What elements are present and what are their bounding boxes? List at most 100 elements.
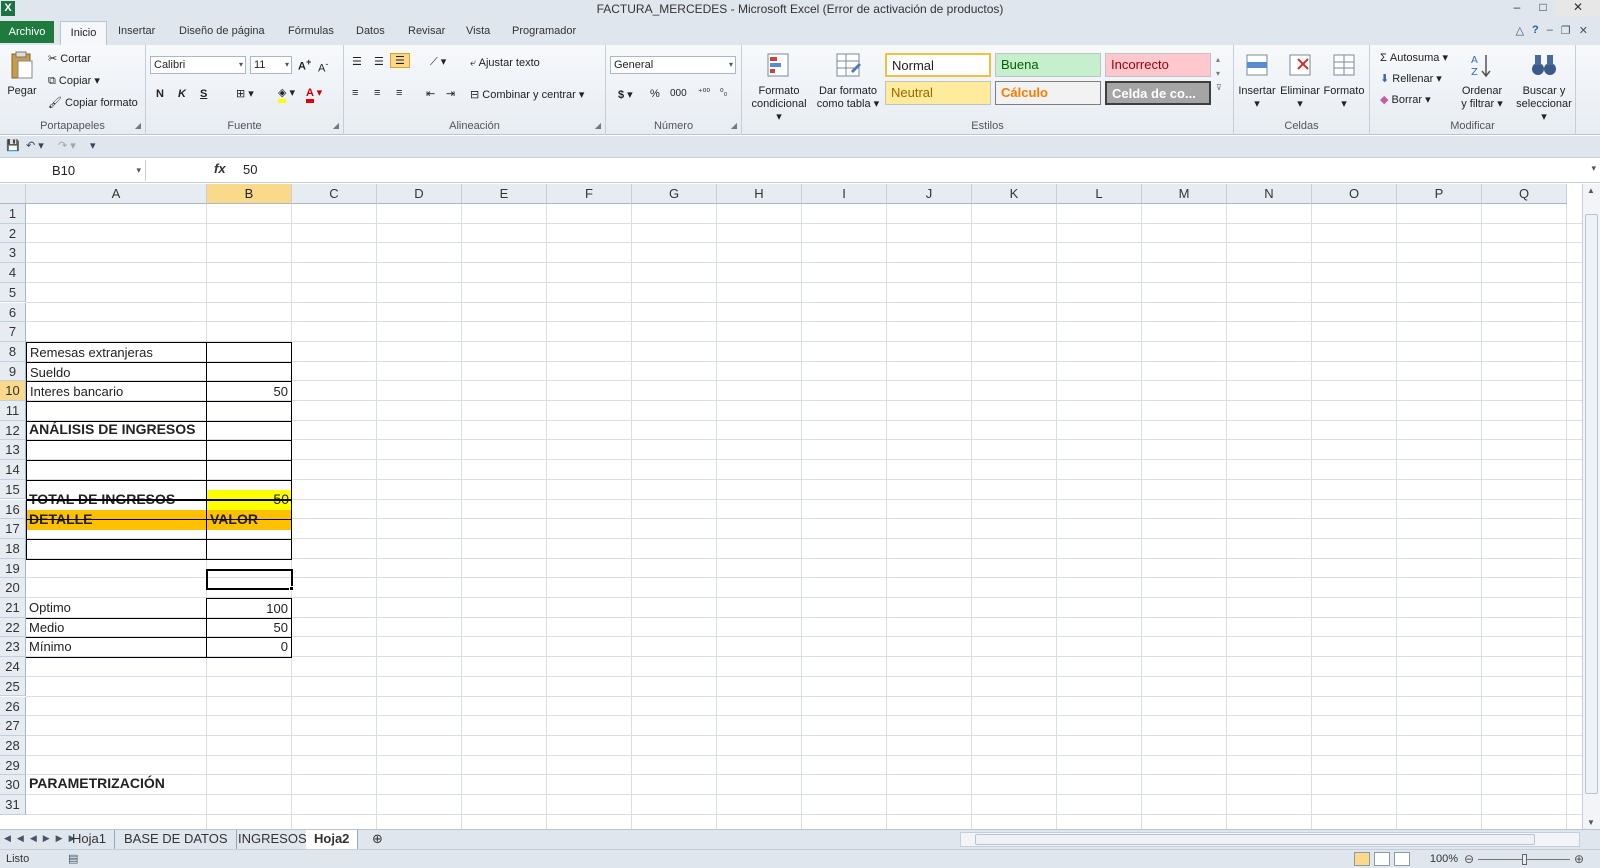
row-header-10[interactable]: 10 xyxy=(0,381,26,401)
column-header-o[interactable]: O xyxy=(1312,184,1397,204)
zoom-out-icon[interactable]: ⊖ xyxy=(1464,852,1474,866)
row-header-16[interactable]: 16 xyxy=(0,499,26,520)
tab-insertar[interactable]: Insertar xyxy=(118,25,155,37)
param-value-cell[interactable]: 50 xyxy=(206,617,292,639)
sheet-tab-hoja2[interactable]: Hoja2 xyxy=(306,830,359,849)
close-icon[interactable]: ✕ xyxy=(1556,0,1600,16)
param-value-cell[interactable]: 0 xyxy=(206,637,292,659)
row-header-5[interactable]: 5 xyxy=(0,282,26,303)
row-header-9[interactable]: 9 xyxy=(0,361,26,382)
row-header-31[interactable]: 31 xyxy=(0,795,26,815)
format-as-table-button[interactable]: Dar formato como tabla ▾ xyxy=(814,51,882,111)
redo-icon[interactable]: ↷ ▾ xyxy=(58,139,76,152)
row-header-28[interactable]: 28 xyxy=(0,735,26,756)
style-neutral[interactable]: Neutral xyxy=(885,81,991,105)
number-format-select[interactable]: General ▾ xyxy=(610,56,736,74)
tab-vista[interactable]: Vista xyxy=(466,25,490,37)
italic-button[interactable]: K xyxy=(178,88,186,100)
detail-value-cell[interactable]: 50 xyxy=(206,381,292,402)
column-header-j[interactable]: J xyxy=(887,184,972,204)
row-header-21[interactable]: 21 xyxy=(0,598,26,618)
style-buena[interactable]: Buena xyxy=(995,53,1101,77)
row-header-2[interactable]: 2 xyxy=(0,223,26,244)
detail-label-cell[interactable] xyxy=(26,460,207,481)
cut-button[interactable]: ✂ Cortar xyxy=(48,52,91,65)
format-cells-button[interactable]: Formato ▾ xyxy=(1322,51,1366,111)
row-header-24[interactable]: 24 xyxy=(0,657,26,677)
column-header-q[interactable]: Q xyxy=(1482,184,1567,204)
detail-label-cell[interactable] xyxy=(26,420,207,442)
column-header-p[interactable]: P xyxy=(1397,184,1482,204)
minimize-icon[interactable]: – xyxy=(1504,0,1530,16)
orientation-icon[interactable]: ⟋ ▾ xyxy=(430,55,446,69)
font-name-select[interactable]: Calibri ▾ xyxy=(150,56,246,74)
style-incorrecto[interactable]: Incorrecto xyxy=(1105,53,1211,77)
zoom-in-icon[interactable]: ⊕ xyxy=(1574,852,1584,866)
format-painter-button[interactable]: 🖌 Copiar formato xyxy=(48,96,138,109)
column-header-h[interactable]: H xyxy=(717,184,802,204)
detail-label-cell[interactable] xyxy=(26,519,207,540)
launcher-icon[interactable]: ◢ xyxy=(333,121,339,130)
underline-button[interactable]: S xyxy=(200,88,207,100)
align-bottom-icon[interactable]: ☰ xyxy=(390,53,410,68)
launcher-icon[interactable]: ◢ xyxy=(731,121,737,130)
macro-record-icon[interactable]: ▤ xyxy=(68,852,78,865)
column-header-k[interactable]: K xyxy=(972,184,1057,204)
row-header-15[interactable]: 15 xyxy=(0,479,26,500)
row-header-25[interactable]: 25 xyxy=(0,676,26,697)
column-header-i[interactable]: I xyxy=(802,184,887,204)
detail-value-cell[interactable] xyxy=(206,460,292,481)
align-center-icon[interactable]: ≡ xyxy=(374,87,380,99)
tab-datos[interactable]: Datos xyxy=(356,25,385,37)
row-header-27[interactable]: 27 xyxy=(0,716,26,736)
vertical-scroll-thumb[interactable] xyxy=(1585,214,1598,794)
new-sheet-icon[interactable]: ⊕ xyxy=(364,830,391,849)
sort-filter-button[interactable]: AZ Ordenar y filtrar ▾ xyxy=(1454,51,1510,111)
vertical-scrollbar[interactable]: ▲ ▼ xyxy=(1582,184,1600,829)
row-header-3[interactable]: 3 xyxy=(0,243,26,264)
tab-inicio[interactable]: Inicio xyxy=(60,21,107,45)
param-label-cell[interactable]: Medio xyxy=(26,618,207,639)
detail-label-cell[interactable]: Interes bancario xyxy=(26,381,207,402)
tab-programador[interactable]: Programador xyxy=(512,25,576,37)
column-header-m[interactable]: M xyxy=(1142,184,1227,204)
maximize-icon[interactable]: □ xyxy=(1530,0,1556,16)
increase-decimal-icon[interactable]: ⁺⁰⁰ xyxy=(698,87,710,98)
detail-value-cell[interactable] xyxy=(206,479,292,501)
row-header-17[interactable]: 17 xyxy=(0,519,26,539)
detail-value-cell[interactable] xyxy=(206,420,292,442)
detail-value-cell[interactable] xyxy=(206,401,292,422)
detail-label-cell[interactable] xyxy=(26,401,207,422)
shrink-font-icon[interactable]: A- xyxy=(318,59,328,75)
undo-icon[interactable]: ↶ ▾ xyxy=(26,139,44,152)
bold-button[interactable]: N xyxy=(156,88,164,100)
tab-archivo[interactable]: Archivo xyxy=(0,21,54,43)
conditional-format-button[interactable]: Formato condicional ▾ xyxy=(748,51,810,124)
tab-formulas[interactable]: Fórmulas xyxy=(288,25,334,37)
horizontal-scrollbar[interactable] xyxy=(960,832,1580,847)
style-normal[interactable]: Normal xyxy=(885,53,991,77)
detail-label-cell[interactable] xyxy=(26,499,207,521)
align-top-icon[interactable]: ☰ xyxy=(352,55,362,68)
sheet-tab-ingresos[interactable]: INGRESOS xyxy=(230,830,316,849)
clear-button[interactable]: ◆ Borrar ▾ xyxy=(1380,93,1431,106)
param-title[interactable]: PARAMETRIZACIÓN xyxy=(26,774,165,793)
grow-font-icon[interactable]: A+ xyxy=(298,57,311,73)
find-select-button[interactable]: Buscar y seleccionar ▾ xyxy=(1512,51,1576,124)
row-header-26[interactable]: 26 xyxy=(0,696,26,717)
expand-formula-icon[interactable]: ▾ xyxy=(1591,163,1596,174)
param-label-cell[interactable]: Mínimo xyxy=(26,637,207,659)
detail-label-cell[interactable] xyxy=(26,440,207,462)
tab-revisar[interactable]: Revisar xyxy=(408,25,445,37)
column-header-a[interactable]: A xyxy=(26,184,207,204)
paste-button[interactable]: Pegar xyxy=(4,51,40,98)
align-right-icon[interactable]: ≡ xyxy=(396,87,402,99)
row-header-14[interactable]: 14 xyxy=(0,460,26,480)
column-header-e[interactable]: E xyxy=(462,184,547,204)
zoom-slider[interactable]: ⊖ ⊕ xyxy=(1464,852,1584,866)
help-icon[interactable]: ? xyxy=(1532,24,1539,37)
fill-color-icon[interactable]: ◈ ▾ xyxy=(278,86,295,103)
normal-view-icon[interactable] xyxy=(1354,852,1370,866)
thousands-button[interactable]: 000 xyxy=(670,88,687,99)
customize-qat-icon[interactable]: ▾ xyxy=(90,139,96,152)
